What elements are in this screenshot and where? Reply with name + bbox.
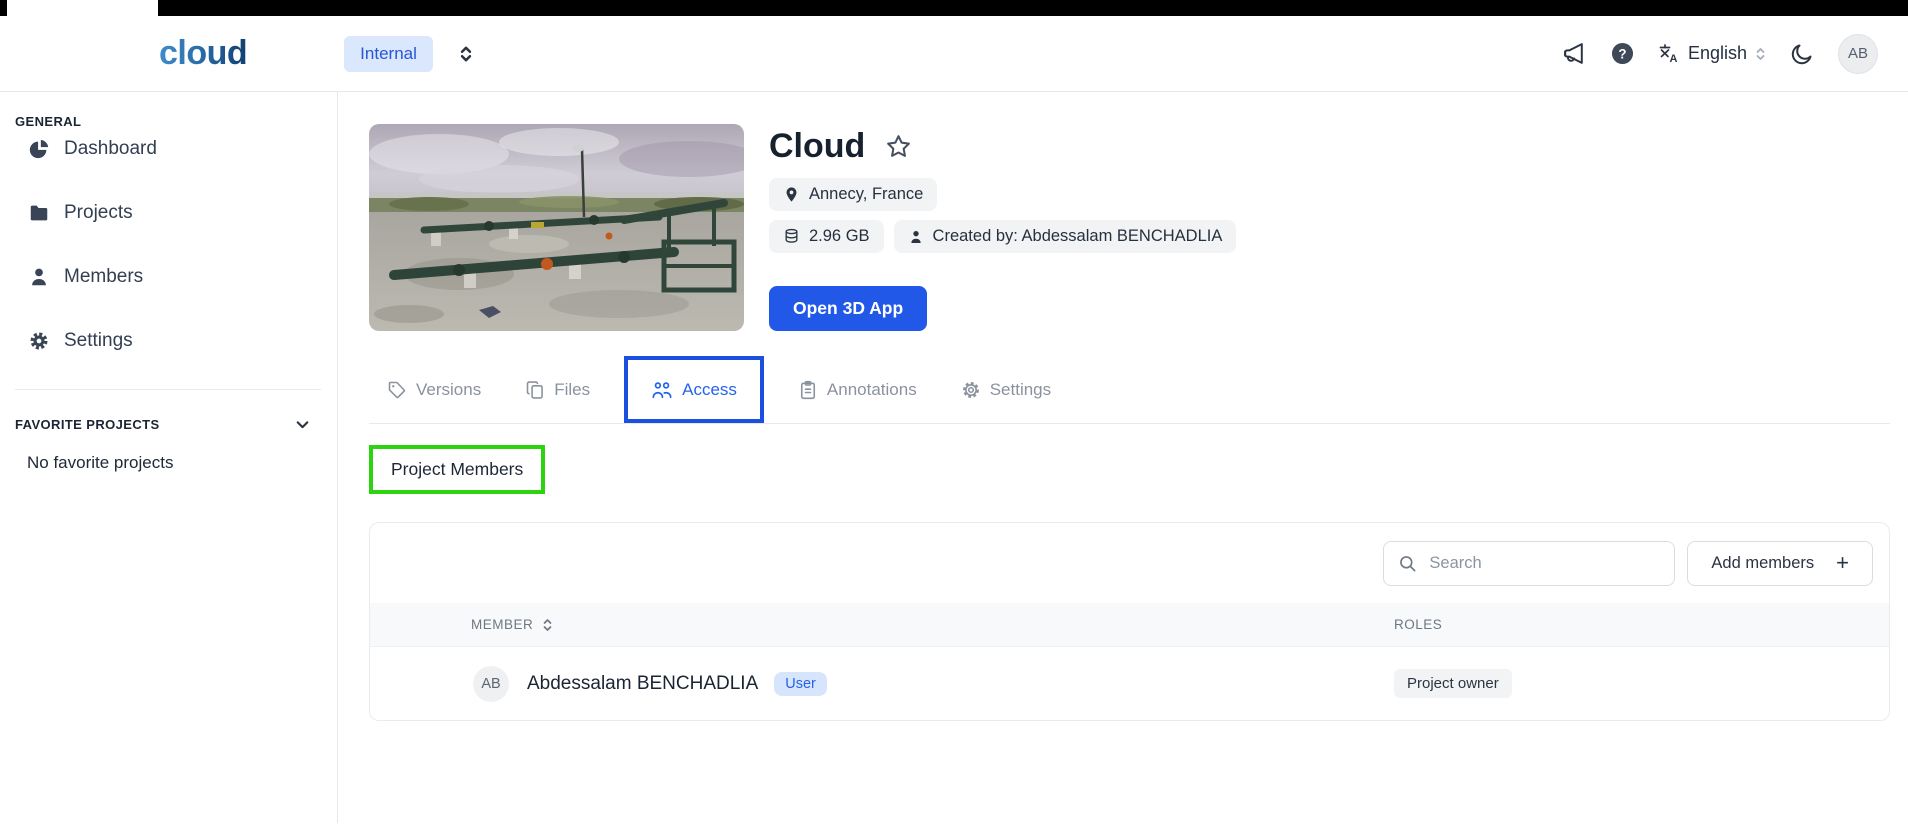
member-column-label: MEMBER — [471, 617, 533, 632]
location-pin-icon — [783, 186, 800, 203]
environment-switcher-icon[interactable] — [458, 45, 474, 63]
settings-gear-icon — [961, 380, 981, 400]
column-header-roles: ROLES — [1394, 617, 1889, 632]
tab-label: Versions — [416, 380, 481, 400]
tab-annotations[interactable]: Annotations — [798, 356, 917, 423]
member-avatar: AB — [473, 666, 509, 702]
project-thumbnail — [369, 124, 744, 331]
annotations-clipboard-icon — [798, 380, 818, 400]
sidebar-item-label: Projects — [64, 202, 133, 224]
project-title: Cloud — [769, 126, 865, 166]
annotation-green-box: Project Members — [369, 445, 545, 494]
member-search[interactable] — [1383, 541, 1675, 586]
sidebar: GENERAL Dashboard Projects Members — [0, 92, 338, 823]
open-3d-app-button[interactable]: Open 3D App — [769, 286, 927, 331]
created-by-text: Created by: Abdessalam BENCHADLIA — [933, 227, 1223, 246]
tab-versions[interactable]: Versions — [387, 356, 481, 423]
favorites-empty-text: No favorite projects — [0, 453, 337, 473]
sidebar-item-settings[interactable]: Settings — [0, 321, 337, 361]
creator-person-icon — [908, 229, 924, 245]
tab-files[interactable]: Files — [525, 356, 590, 423]
member-row[interactable]: AB Abdessalam BENCHADLIA User Project ow… — [370, 646, 1889, 720]
storage-text: 2.96 GB — [809, 227, 870, 246]
language-selector[interactable]: A English — [1658, 42, 1766, 66]
top-navbar: cloud Internal ? — [0, 16, 1908, 92]
members-table-header: MEMBER ROLES — [370, 603, 1889, 646]
tab-label: Settings — [990, 380, 1051, 400]
created-by-badge: Created by: Abdessalam BENCHADLIA — [894, 220, 1237, 253]
database-icon — [783, 228, 800, 245]
project-tabs: Versions Files Access — [369, 356, 1890, 424]
sidebar-item-label: Members — [64, 266, 143, 288]
announcements-icon[interactable] — [1562, 41, 1587, 66]
tab-label: Files — [554, 380, 590, 400]
os-top-bar — [0, 0, 1908, 16]
tab-label: Access — [682, 380, 737, 400]
search-input[interactable] — [1429, 554, 1660, 573]
translate-icon: A — [1658, 42, 1680, 66]
help-icon[interactable]: ? — [1611, 42, 1634, 65]
column-header-member[interactable]: MEMBER — [370, 617, 1394, 632]
sidebar-divider — [15, 389, 321, 390]
add-members-label: Add members — [1711, 554, 1814, 573]
location-text: Annecy, France — [809, 185, 923, 204]
section-title-project-members: Project Members — [391, 459, 523, 479]
plus-icon: + — [1836, 552, 1849, 574]
members-card: Add members + MEMBER ROLES AB Abdessalam… — [369, 522, 1890, 721]
translate-glyph: A — [1669, 53, 1677, 65]
sort-icon — [542, 618, 553, 632]
sidebar-item-members[interactable]: Members — [0, 257, 337, 297]
add-members-button[interactable]: Add members + — [1687, 541, 1873, 586]
tab-label: Annotations — [827, 380, 917, 400]
access-users-icon — [651, 380, 673, 400]
favorites-label: FAVORITE PROJECTS — [15, 417, 160, 432]
storage-badge: 2.96 GB — [769, 220, 884, 253]
os-top-bar-notch — [7, 0, 158, 16]
main-content: Cloud Annecy, France — [338, 92, 1908, 823]
dashboard-icon — [28, 138, 50, 160]
language-label: English — [1688, 43, 1747, 64]
dark-mode-icon[interactable] — [1790, 42, 1814, 66]
sidebar-item-label: Settings — [64, 330, 133, 352]
help-glyph: ? — [1618, 46, 1626, 61]
member-role-badge: Project owner — [1394, 669, 1512, 698]
location-badge: Annecy, France — [769, 178, 937, 211]
search-icon — [1398, 554, 1417, 573]
sidebar-general-label: GENERAL — [0, 114, 337, 129]
language-chevron-icon — [1755, 47, 1766, 61]
gear-icon — [28, 330, 50, 352]
favorites-collapse-chevron-icon[interactable] — [294, 416, 311, 433]
tab-access[interactable]: Access — [624, 356, 764, 423]
favorite-star-icon[interactable] — [885, 133, 912, 160]
member-type-badge: User — [774, 672, 827, 696]
files-icon — [525, 380, 545, 400]
versions-tag-icon — [387, 380, 407, 400]
tab-settings[interactable]: Settings — [961, 356, 1051, 423]
sidebar-item-label: Dashboard — [64, 138, 157, 160]
user-avatar[interactable]: AB — [1838, 34, 1878, 74]
folder-icon — [28, 202, 50, 224]
sidebar-item-projects[interactable]: Projects — [0, 193, 337, 233]
app-logo[interactable]: cloud — [159, 34, 247, 73]
person-icon — [28, 266, 50, 288]
member-name: Abdessalam BENCHADLIA — [527, 673, 758, 695]
environment-badge[interactable]: Internal — [344, 36, 433, 72]
sidebar-item-dashboard[interactable]: Dashboard — [0, 129, 337, 169]
